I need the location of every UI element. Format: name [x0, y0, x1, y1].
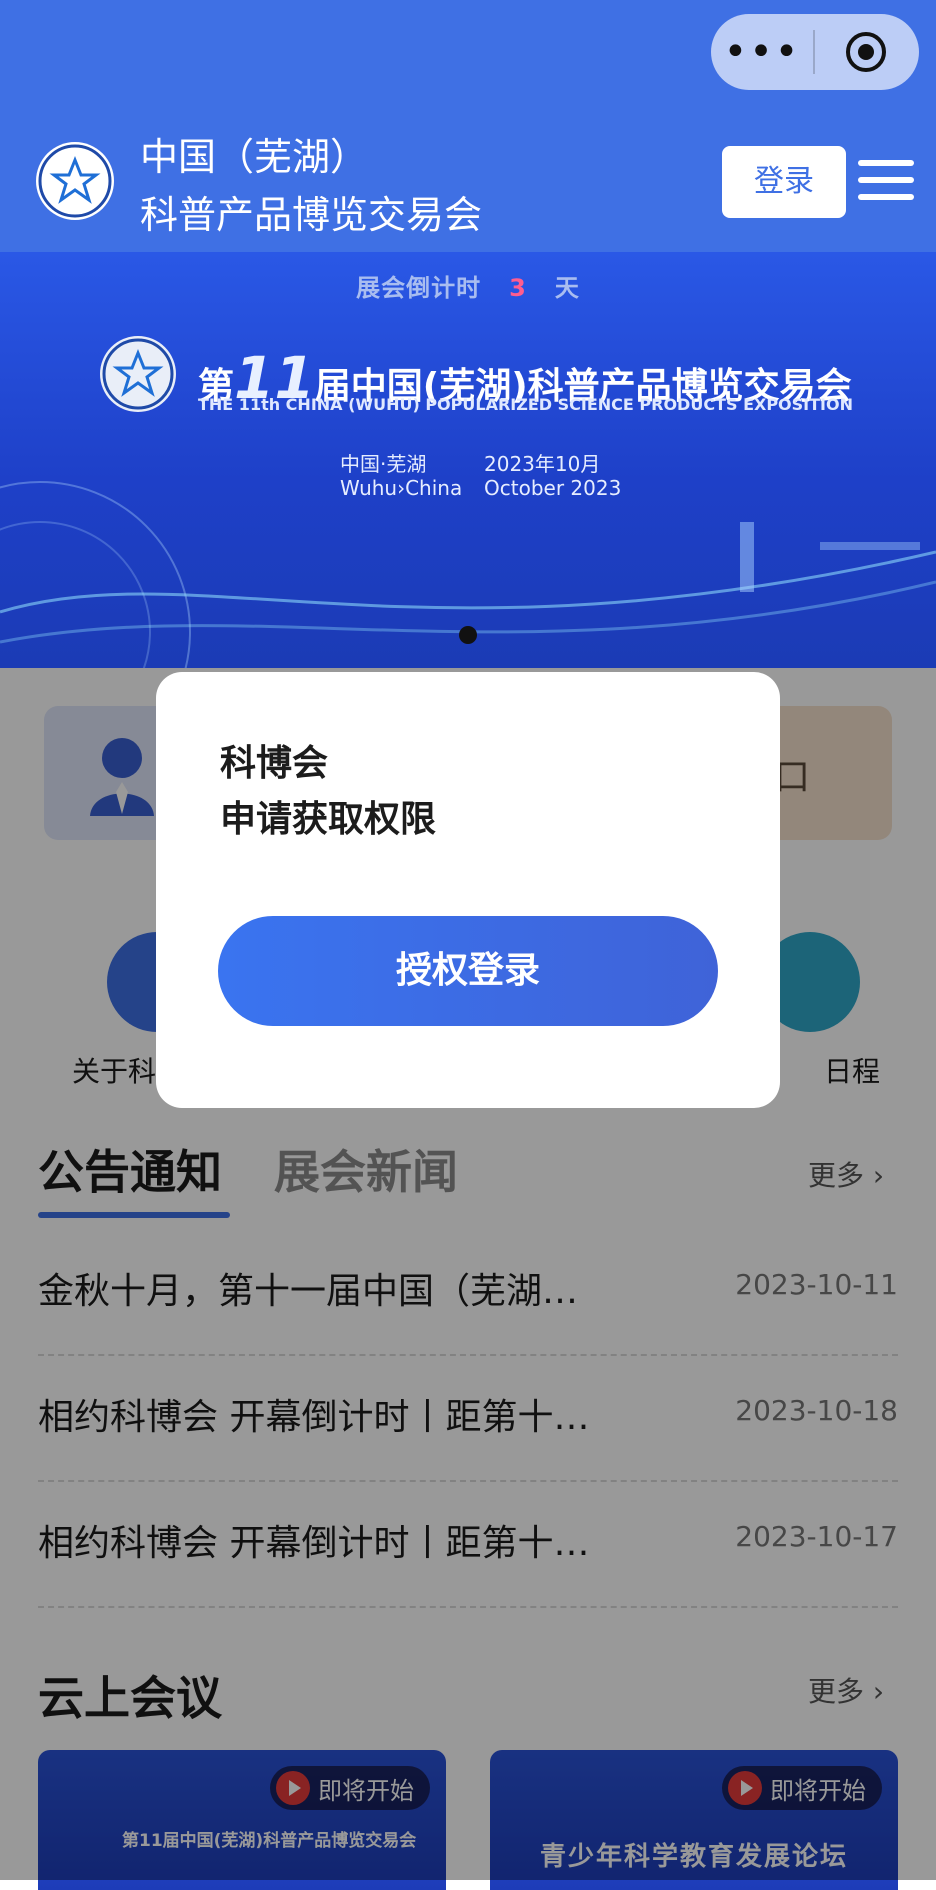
- header: ••• 中国（芜湖） 科普产品博览交易会 登录: [0, 0, 936, 252]
- more-options-icon[interactable]: •••: [711, 14, 813, 90]
- authorize-login-button[interactable]: 授权登录: [218, 916, 718, 1026]
- banner-location-cn: 中国·芜湖: [340, 452, 427, 476]
- banner-location-en: Wuhu›China: [340, 476, 463, 500]
- site-title-line2: 科普产品博览交易会: [140, 193, 483, 237]
- login-button[interactable]: 登录: [722, 146, 846, 218]
- site-title-line1: 中国（芜湖）: [140, 135, 369, 179]
- banner-date-en: October 2023: [484, 476, 622, 500]
- countdown-unit: 天: [554, 274, 580, 302]
- banner-expo-logo: [100, 336, 176, 412]
- carousel-indicator[interactable]: [459, 626, 477, 644]
- miniprogram-capsule: •••: [711, 14, 919, 90]
- expo-logo: [36, 142, 114, 220]
- banner-background-art: [0, 481, 936, 668]
- banner-date-cn: 2023年10月: [484, 452, 601, 476]
- site-title: 中国（芜湖） 科普产品博览交易会: [140, 128, 482, 244]
- banner-title-en: THE 11th CHINA (WUHU) POPULARIZED SCIENC…: [198, 395, 853, 414]
- dialog-message: 申请获取权限: [220, 799, 437, 840]
- auth-dialog: 科博会 申请获取权限 授权登录: [156, 672, 780, 1108]
- dialog-app-name: 科博会: [220, 743, 329, 784]
- banner-location: 中国·芜湖 Wuhu›China: [340, 452, 462, 500]
- close-miniprogram-icon[interactable]: [815, 30, 917, 74]
- banner-date: 2023年10月 October 2023: [484, 452, 621, 500]
- countdown-label: 展会倒计时: [356, 274, 482, 302]
- banner-carousel[interactable]: 展会倒计时 3 天 第11届中国(芜湖)科普产品博览交易会 THE 11th CHI…: [0, 252, 936, 668]
- countdown: 展会倒计时 3 天: [0, 268, 936, 303]
- menu-icon[interactable]: [858, 160, 914, 204]
- countdown-value: 3: [509, 274, 527, 302]
